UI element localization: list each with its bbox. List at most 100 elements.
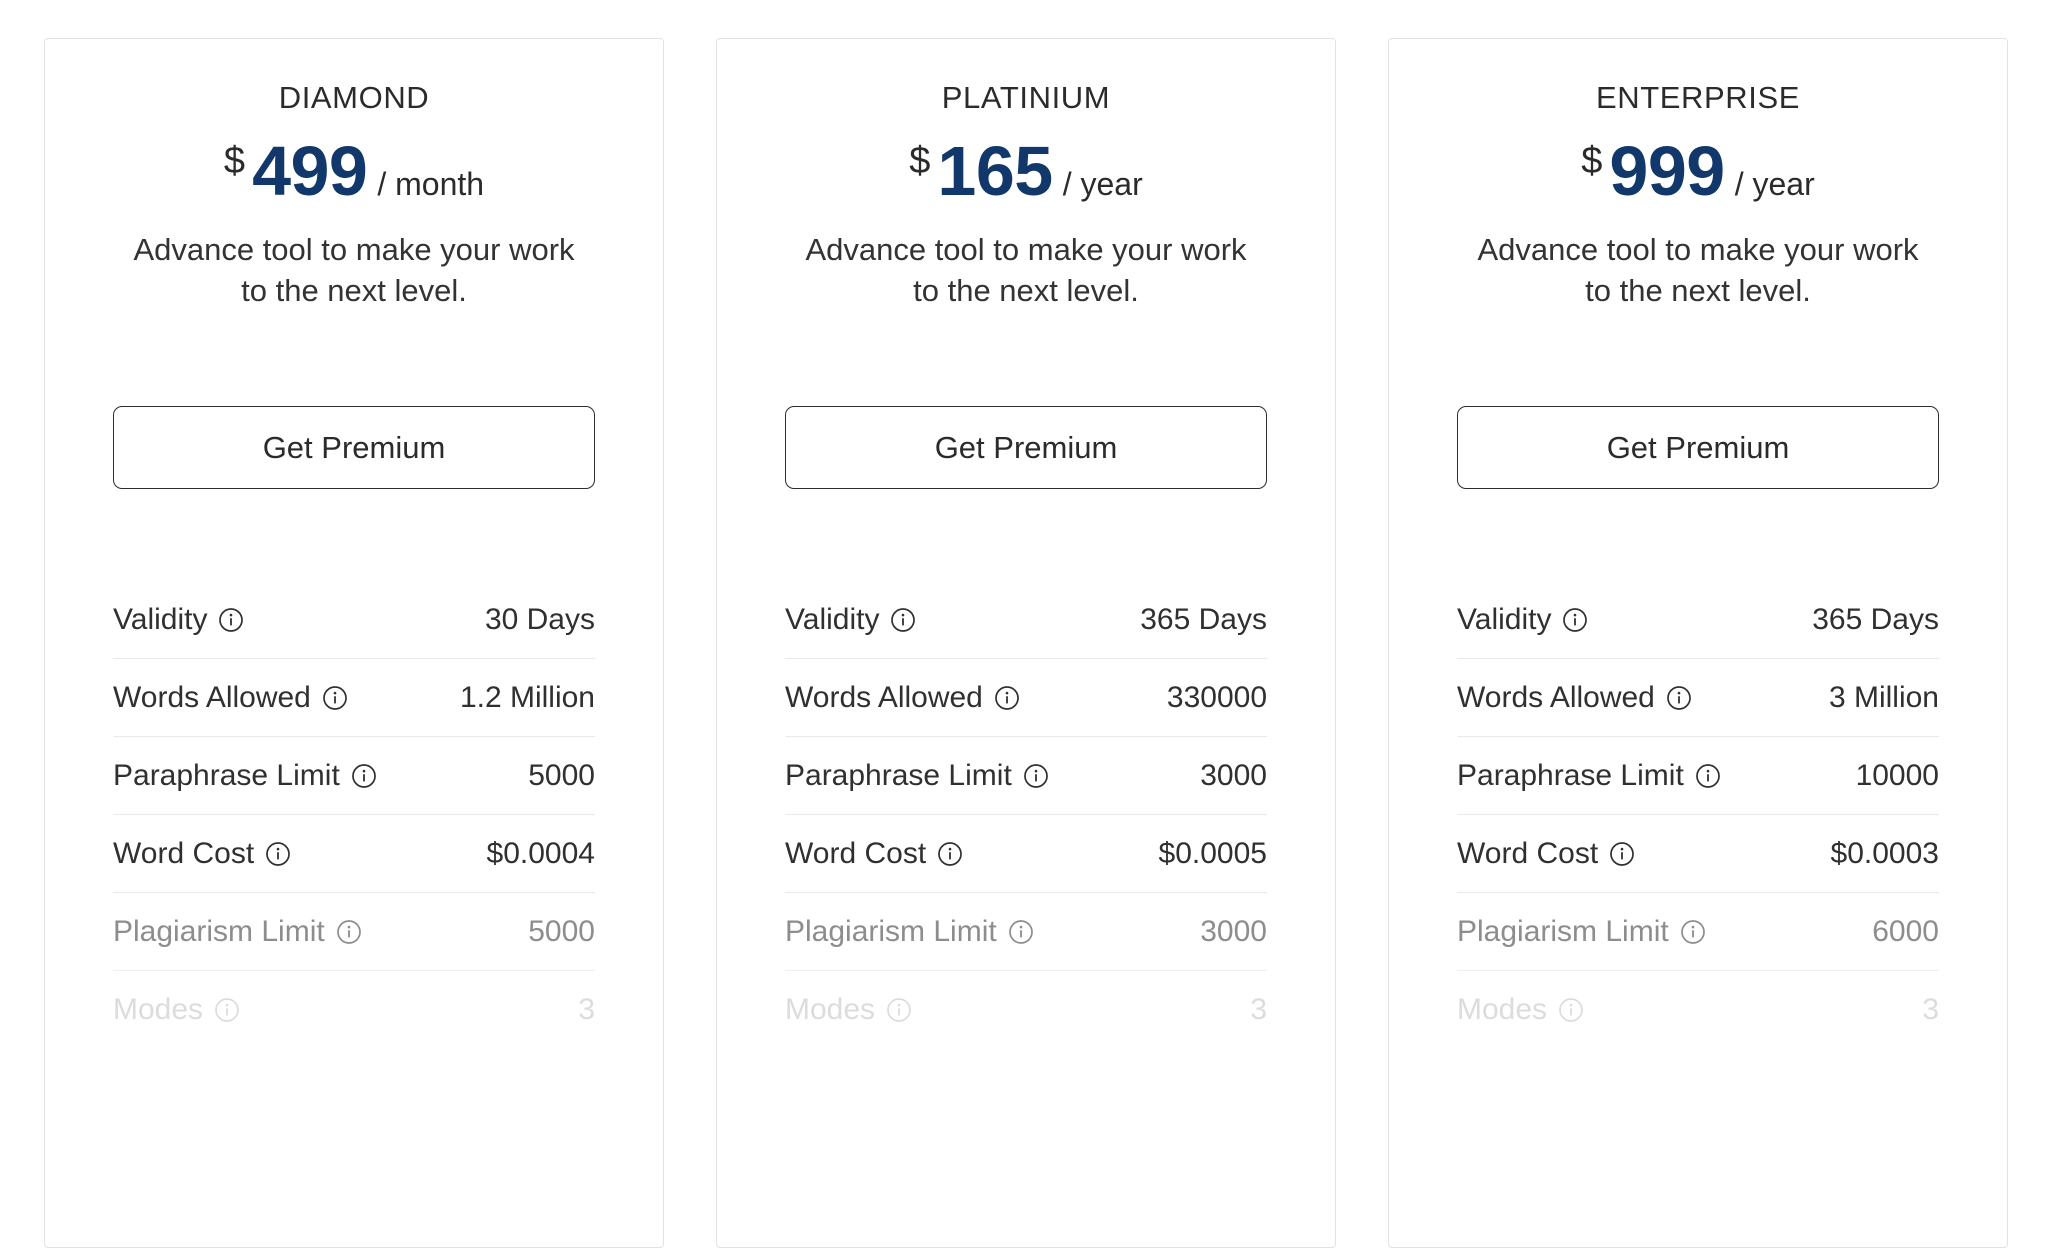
plan-feature-list: Validity 365 Days Words Allowed 330000 P… [785,581,1267,1048]
feature-label-text: Paraphrase Limit [1457,759,1684,793]
price-period: / year [1062,166,1143,203]
feature-label: Modes [785,993,912,1027]
plan-price: $ 999 / year [1457,136,1939,206]
feature-label: Paraphrase Limit [113,759,377,793]
plan-title: PLATINIUM [941,80,1111,115]
feature-label-text: Plagiarism Limit [1457,915,1669,949]
feature-row: Words Allowed 3 Million [1457,659,1939,738]
plan-description: Advance tool to make your work to the ne… [805,232,1247,309]
info-icon[interactable] [336,919,362,945]
info-icon[interactable] [1558,997,1584,1023]
feature-value: $0.0003 [1830,837,1939,871]
feature-label-text: Plagiarism Limit [785,915,997,949]
feature-value: 1.2 Million [459,681,595,715]
feature-value: 10000 [1855,759,1939,793]
plan-title: DIAMOND [278,80,430,115]
feature-row: Word Cost $0.0004 [113,815,595,894]
info-icon[interactable] [351,763,377,789]
plan-card-enterprise: ENTERPRISE $ 999 / year Advance tool to … [1388,38,2008,1248]
feature-label-text: Modes [785,993,876,1027]
info-icon[interactable] [1695,763,1721,789]
feature-label: Validity [1457,603,1588,637]
pricing-plans-board: DIAMOND $ 499 / month Advance tool to ma… [0,0,2048,1248]
feature-value: 3 [578,993,595,1027]
feature-value: 3000 [1200,915,1267,949]
feature-label-text: Word Cost [785,837,927,871]
price-period: / year [1734,166,1815,203]
feature-value: 365 Days [1140,603,1267,637]
feature-label-text: Paraphrase Limit [785,759,1012,793]
plan-price: $ 499 / month [113,136,595,206]
feature-row: Words Allowed 330000 [785,659,1267,738]
feature-row: Word Cost $0.0003 [1457,815,1939,894]
feature-label-text: Words Allowed [785,681,983,715]
get-premium-button[interactable]: Get Premium [1457,406,1939,490]
feature-value: 30 Days [484,603,595,637]
price-period: / month [377,166,485,203]
plan-cta-wrap: Get Premium [785,406,1267,490]
feature-label: Validity [785,603,916,637]
feature-label-text: Modes [1457,993,1548,1027]
feature-label-text: Words Allowed [113,681,311,715]
feature-label-text: Paraphrase Limit [113,759,340,793]
plan-description: Advance tool to make your work to the ne… [1477,232,1919,309]
feature-label: Words Allowed [785,681,1020,715]
info-icon[interactable] [890,607,916,633]
price-amount: 165 [937,132,1053,211]
info-icon[interactable] [218,607,244,633]
plan-cta-wrap: Get Premium [113,406,595,490]
feature-label-text: Modes [113,993,204,1027]
feature-row: Modes 3 [1457,971,1939,1048]
plan-feature-list: Validity 30 Days Words Allowed 1.2 Milli… [113,581,595,1048]
get-premium-button[interactable]: Get Premium [785,406,1267,490]
feature-value: 3000 [1200,759,1267,793]
price-amount: 999 [1609,132,1725,211]
plan-cta-wrap: Get Premium [1457,406,1939,490]
feature-row: Plagiarism Limit 5000 [113,893,595,972]
info-icon[interactable] [937,841,963,867]
feature-label: Word Cost [785,837,963,871]
feature-value: 3 [1922,993,1939,1027]
info-icon[interactable] [1023,763,1049,789]
plan-feature-list: Validity 365 Days Words Allowed 3 Millio… [1457,581,1939,1048]
info-icon[interactable] [994,685,1020,711]
feature-value: 6000 [1872,915,1939,949]
info-icon[interactable] [322,685,348,711]
info-icon[interactable] [1562,607,1588,633]
info-icon[interactable] [265,841,291,867]
feature-label: Validity [113,603,244,637]
feature-row: Modes 3 [113,971,595,1048]
feature-label: Word Cost [1457,837,1635,871]
feature-row: Paraphrase Limit 5000 [113,737,595,816]
feature-value: 330000 [1166,681,1267,715]
feature-row: Paraphrase Limit 10000 [1457,737,1939,816]
feature-label: Modes [1457,993,1584,1027]
info-icon[interactable] [1680,919,1706,945]
plan-card-platinium: PLATINIUM $ 165 / year Advance tool to m… [716,38,1336,1248]
price-currency-symbol: $ [1581,140,1603,183]
plan-description: Advance tool to make your work to the ne… [133,232,575,309]
feature-label: Word Cost [113,837,291,871]
info-icon[interactable] [1008,919,1034,945]
feature-label-text: Validity [113,603,208,637]
info-icon[interactable] [1666,685,1692,711]
feature-label: Plagiarism Limit [113,915,362,949]
feature-label: Paraphrase Limit [785,759,1049,793]
feature-label: Words Allowed [1457,681,1692,715]
feature-value: 5000 [528,759,595,793]
plan-price: $ 165 / year [785,136,1267,206]
info-icon[interactable] [1609,841,1635,867]
get-premium-button[interactable]: Get Premium [113,406,595,490]
feature-row: Validity 365 Days [1457,581,1939,660]
feature-row: Paraphrase Limit 3000 [785,737,1267,816]
feature-label-text: Validity [1457,603,1552,637]
info-icon[interactable] [886,997,912,1023]
feature-value: $0.0005 [1158,837,1267,871]
feature-label: Words Allowed [113,681,348,715]
feature-label-text: Word Cost [1457,837,1599,871]
feature-row: Words Allowed 1.2 Million [113,659,595,738]
feature-label: Plagiarism Limit [1457,915,1706,949]
feature-row: Modes 3 [785,971,1267,1048]
feature-label: Plagiarism Limit [785,915,1034,949]
info-icon[interactable] [214,997,240,1023]
